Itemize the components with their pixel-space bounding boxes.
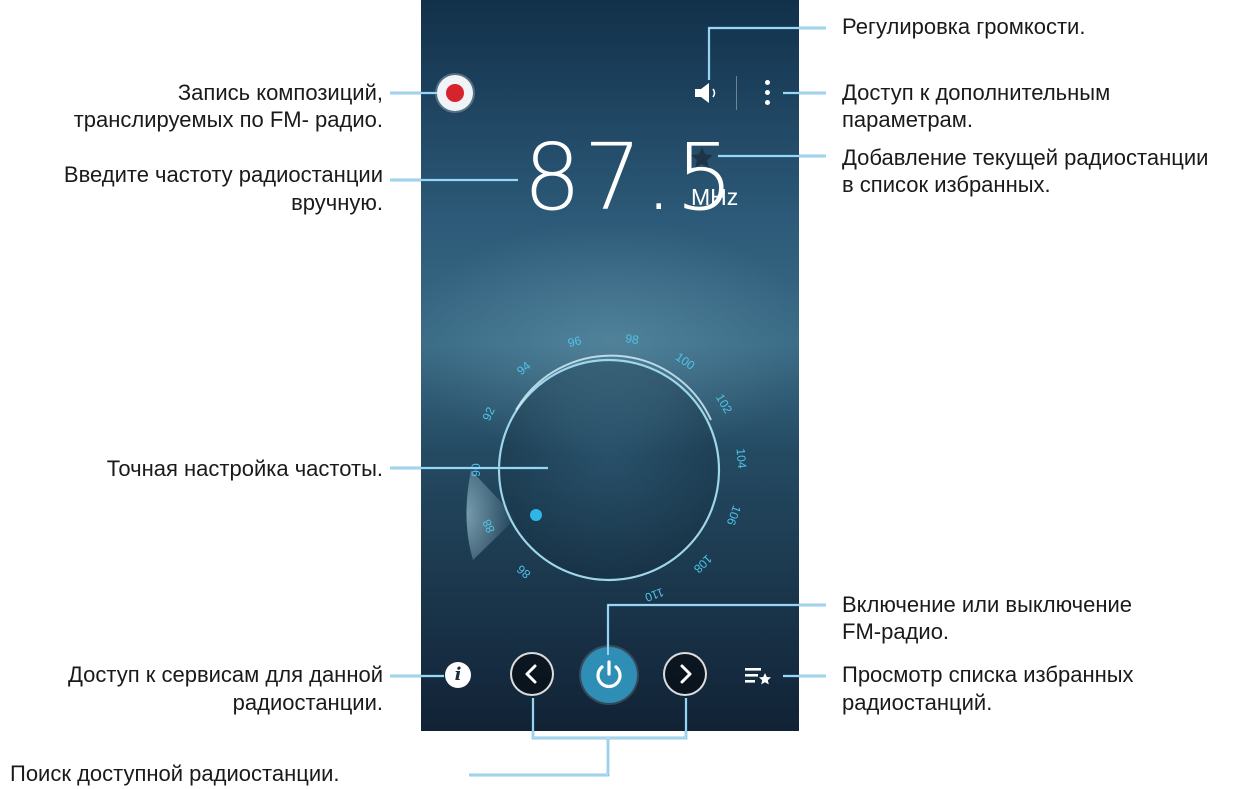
dial-tick-label: 100 — [673, 350, 698, 373]
info-icon: i — [454, 664, 462, 685]
annotation-favorites-list-line1: Просмотр списка избранных — [842, 662, 1134, 687]
radio-screen: 87.5 MHz 86 88 90 92 94 96 98 100 102 104 106 108 11… — [421, 0, 799, 731]
next-station-button[interactable] — [663, 652, 707, 696]
annotation-favorites-list-line2: радиостанций. — [842, 690, 993, 715]
tuning-knob[interactable] — [497, 358, 721, 582]
power-icon — [596, 660, 622, 689]
dial-tick-label: 92 — [479, 405, 497, 423]
annotation-info-line2: радиостанции. — [232, 690, 383, 715]
chevron-right-icon — [680, 664, 692, 684]
annotation-favorite-line1: Добавление текущей радиостанции — [842, 145, 1209, 170]
annotation-more-line1: Доступ к дополнительным — [842, 80, 1111, 105]
dial-tick-label: 86 — [514, 562, 533, 582]
annotation-fine-tune: Точная настройка частоты. — [106, 456, 383, 481]
info-button[interactable]: i — [445, 662, 471, 688]
tuning-dial[interactable]: 868890929496 98100102104106108110 — [421, 0, 799, 731]
chevron-left-icon — [525, 664, 537, 684]
dial-tick-label: 96 — [566, 333, 583, 350]
favorites-list-icon[interactable] — [744, 664, 774, 690]
dial-tick-label: 104 — [733, 448, 749, 469]
prev-station-button[interactable] — [510, 652, 554, 696]
dial-tick-label: 94 — [514, 358, 533, 378]
annotation-info-line1: Доступ к сервисам для данной — [68, 662, 383, 687]
dial-tick-label: 108 — [691, 552, 715, 576]
annotation-record-line1: Запись композиций, — [177, 80, 383, 105]
tuning-indicator — [530, 509, 542, 521]
annotation-favorite-line2: в список избранных. — [842, 172, 1051, 197]
dial-tick-label: 90 — [469, 463, 483, 477]
dial-tick-label: 110 — [643, 585, 666, 605]
annotation-frequency-line1: Введите частоту радиостанции — [63, 162, 383, 187]
dial-tick-label: 98 — [624, 331, 640, 347]
annotation-power-line2: FM-радио. — [842, 619, 950, 644]
annotation-more-line2: параметрам. — [842, 107, 974, 132]
annotation-search: Поиск доступной радиостанции. — [10, 761, 340, 786]
dial-tick-label: 102 — [713, 391, 735, 416]
power-button[interactable] — [581, 647, 637, 703]
annotation-frequency-line2: вручную. — [291, 190, 383, 215]
annotation-power-line1: Включение или выключение — [842, 592, 1133, 617]
annotation-volume: Регулировка громкости. — [842, 14, 1086, 39]
annotation-record-line2: транслируемых по FM- радио. — [73, 107, 383, 132]
dial-tick-label: 106 — [724, 504, 744, 528]
